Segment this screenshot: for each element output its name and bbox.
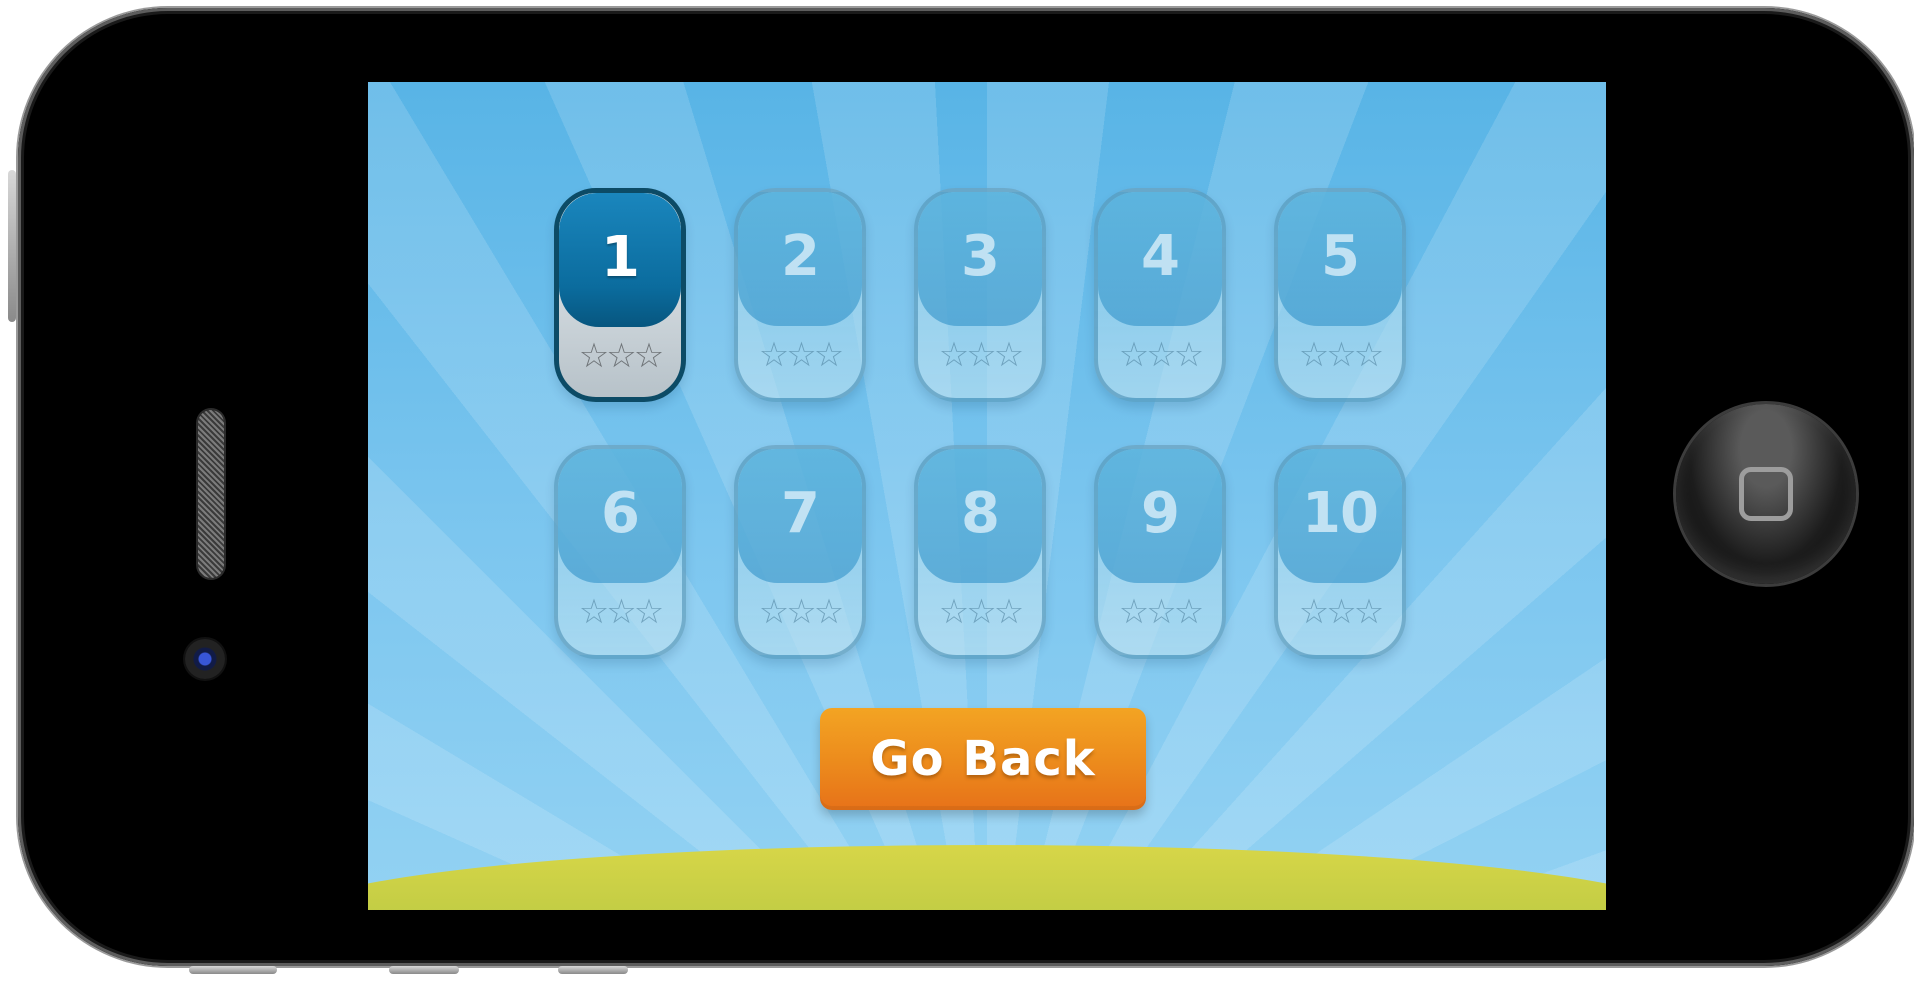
front-camera [185, 639, 225, 679]
star-rating-icon: ☆☆☆ [1118, 592, 1204, 632]
star-rating-icon: ☆☆☆ [758, 592, 844, 632]
star-rating-icon: ☆☆☆ [758, 335, 844, 375]
grass-hill [368, 845, 1606, 910]
level-number: 6 [601, 481, 640, 546]
game-screen: 1 ☆☆☆ 2 ☆☆☆ 3 ☆☆☆ 4 ☆☆☆ 5 ☆☆☆ 6 ☆☆☆ 7 ☆☆☆ 8 ☆☆☆ 9 ☆☆☆ 10 ☆☆… [368, 82, 1606, 910]
level-number: 7 [781, 481, 820, 546]
star-rating-icon: ☆☆☆ [938, 592, 1024, 632]
level-number: 10 [1302, 481, 1379, 546]
home-button-icon [1739, 467, 1793, 521]
star-rating-icon: ☆☆☆ [1298, 335, 1384, 375]
level-button-10[interactable]: 10 ☆☆☆ [1274, 445, 1406, 659]
volume-button-mid[interactable] [389, 966, 459, 974]
star-rating-icon: ☆☆☆ [1118, 335, 1204, 375]
level-button-3[interactable]: 3 ☆☆☆ [914, 188, 1046, 402]
volume-button-bottom[interactable] [189, 966, 277, 974]
level-number: 8 [961, 481, 1000, 546]
volume-button-top[interactable] [8, 170, 16, 322]
level-number: 3 [961, 224, 1000, 289]
level-button-4[interactable]: 4 ☆☆☆ [1094, 188, 1226, 402]
level-button-6[interactable]: 6 ☆☆☆ [554, 445, 686, 659]
star-rating-icon: ☆☆☆ [1298, 592, 1384, 632]
volume-button-right[interactable] [558, 966, 628, 974]
go-back-button[interactable]: Go Back [820, 708, 1146, 810]
level-button-8[interactable]: 8 ☆☆☆ [914, 445, 1046, 659]
level-number: 2 [781, 224, 820, 289]
level-button-7[interactable]: 7 ☆☆☆ [734, 445, 866, 659]
level-number: 1 [601, 225, 640, 290]
level-button-1[interactable]: 1 ☆☆☆ [554, 188, 686, 402]
level-button-5[interactable]: 5 ☆☆☆ [1274, 188, 1406, 402]
level-number: 5 [1321, 224, 1360, 289]
level-number: 9 [1141, 481, 1180, 546]
star-rating-icon: ☆☆☆ [578, 592, 664, 632]
earpiece-speaker [198, 410, 224, 578]
star-rating-icon: ☆☆☆ [578, 336, 664, 376]
level-number: 4 [1141, 224, 1180, 289]
level-button-9[interactable]: 9 ☆☆☆ [1094, 445, 1226, 659]
level-button-2[interactable]: 2 ☆☆☆ [734, 188, 866, 402]
phone-frame: 1 ☆☆☆ 2 ☆☆☆ 3 ☆☆☆ 4 ☆☆☆ 5 ☆☆☆ 6 ☆☆☆ 7 ☆☆☆ 8 ☆☆☆ 9 ☆☆☆ 10 ☆☆… [8, 8, 1914, 974]
star-rating-icon: ☆☆☆ [938, 335, 1024, 375]
home-button[interactable] [1676, 404, 1856, 584]
